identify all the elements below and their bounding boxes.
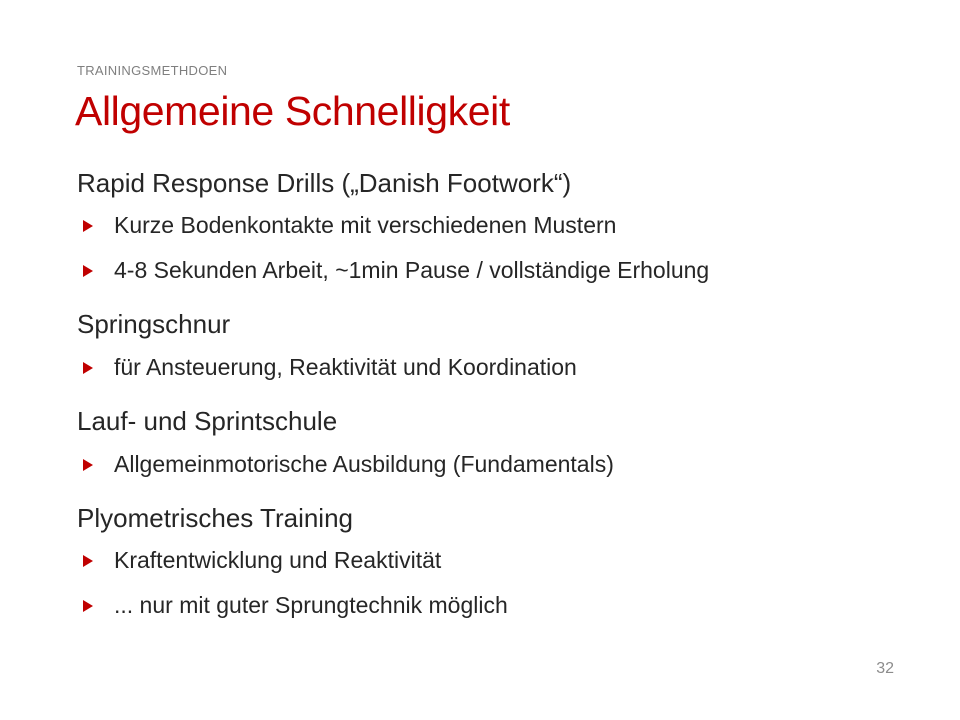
bullet-text: Kurze Bodenkontakte mit verschiedenen Mu… <box>114 212 617 238</box>
section-heading: Rapid Response Drills („Danish Footwork“… <box>77 168 572 198</box>
section-heading: Springschnur <box>77 309 231 339</box>
slide: TRAININGSMETHDOEN Allgemeine Schnelligke… <box>0 0 960 720</box>
bullet-text: 4-8 Sekunden Arbeit, ~1min Pause / volls… <box>114 257 710 283</box>
triangle-right-icon <box>83 219 93 232</box>
bullet-text: Kraftentwicklung und Reaktivität <box>114 547 442 573</box>
triangle-right-icon <box>83 458 93 471</box>
bullet-item: Allgemeinmotorische Ausbildung (Fundamen… <box>77 451 614 478</box>
section-kicker: TRAININGSMETHDOEN <box>77 63 228 78</box>
bullet-item: 4-8 Sekunden Arbeit, ~1min Pause / volls… <box>77 257 709 284</box>
triangle-right-icon <box>83 361 93 374</box>
section-heading: Plyometrisches Training <box>77 503 353 533</box>
bullet-item: Kraftentwicklung und Reaktivität <box>77 547 441 574</box>
triangle-right-icon <box>83 264 93 277</box>
page-number: 32 <box>876 660 894 677</box>
bullet-item: Kurze Bodenkontakte mit verschiedenen Mu… <box>77 212 616 239</box>
section-heading: Lauf- und Sprintschule <box>77 406 338 436</box>
bullet-text: für Ansteuerung, Reaktivität und Koordin… <box>114 354 577 380</box>
slide-title: Allgemeine Schnelligkeit <box>75 88 510 134</box>
bullet-item: für Ansteuerung, Reaktivität und Koordin… <box>77 354 577 381</box>
bullet-text: ... nur mit guter Sprungtechnik möglich <box>114 592 508 618</box>
bullet-text: Allgemeinmotorische Ausbildung (Fundamen… <box>114 451 614 477</box>
triangle-right-icon <box>83 554 93 567</box>
triangle-right-icon <box>83 599 93 612</box>
bullet-item: ... nur mit guter Sprungtechnik möglich <box>77 592 508 619</box>
